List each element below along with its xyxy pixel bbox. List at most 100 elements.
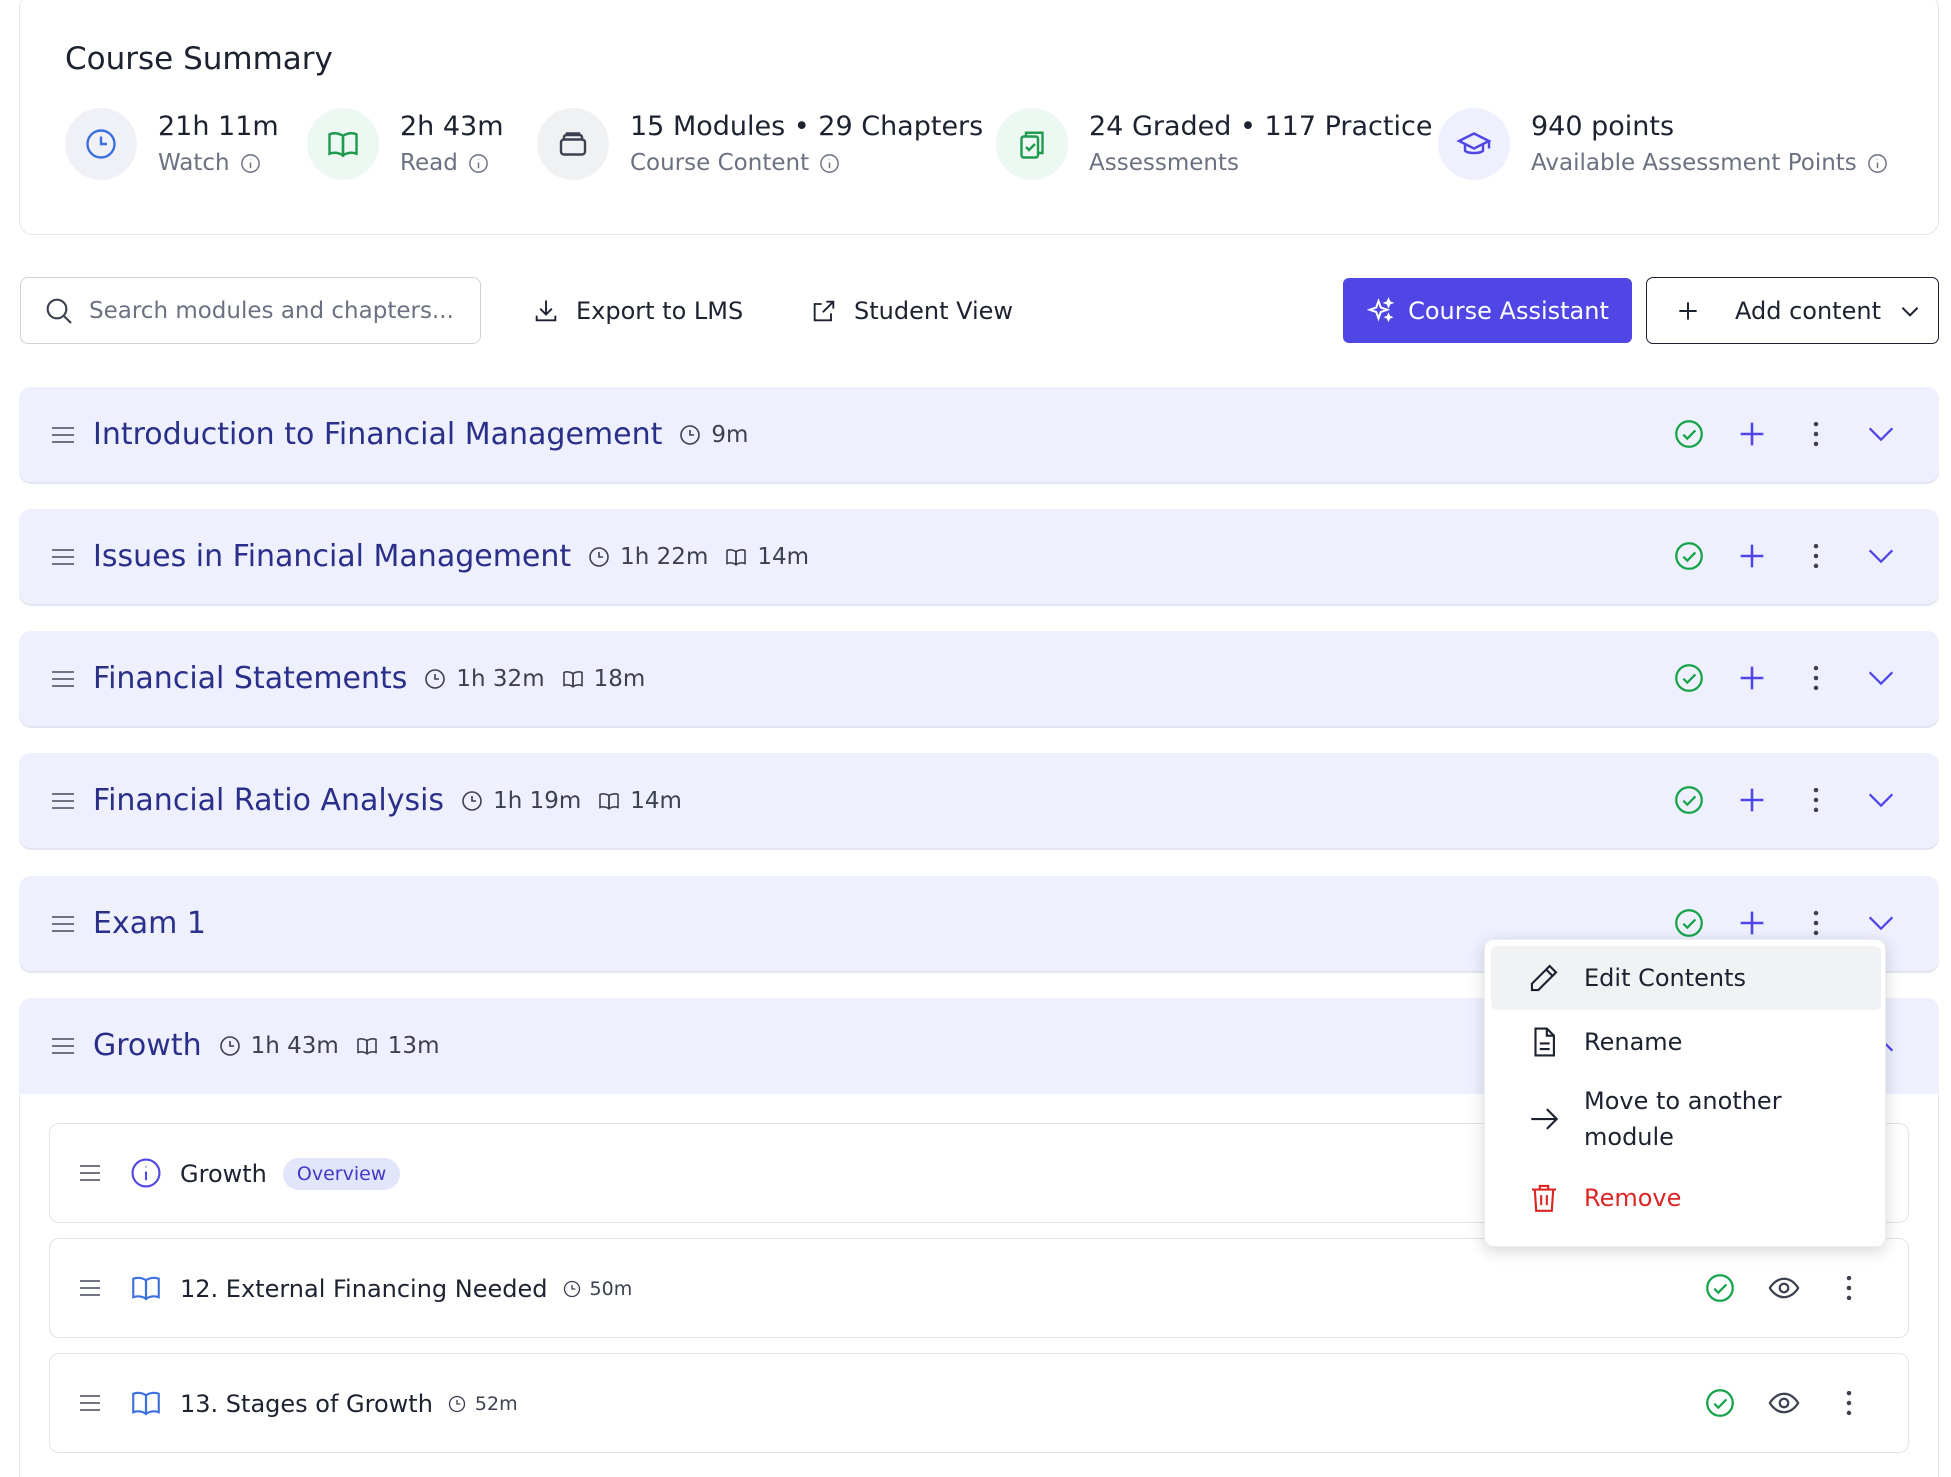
drag-handle-icon[interactable]	[51, 669, 75, 689]
menu-item-move[interactable]: Move to another module	[1491, 1076, 1881, 1162]
info-icon[interactable]	[467, 152, 490, 175]
more-options-icon[interactable]	[1796, 903, 1836, 943]
clock-icon	[65, 108, 137, 180]
chapter-duration: 50m	[562, 1278, 632, 1300]
module-row[interactable]: Issues in Financial Management 1h 22m 14…	[19, 509, 1939, 604]
menu-item-label: Move to another module	[1584, 1087, 1782, 1151]
chevron-down-icon[interactable]	[1861, 658, 1901, 698]
drag-handle-icon[interactable]	[51, 547, 75, 567]
stat-course-content: 15 Modules • 29 Chapters Course Content	[537, 104, 983, 184]
book-icon	[132, 1391, 160, 1416]
stat-value: 2h 43m	[400, 111, 504, 142]
stat-value: 15 Modules • 29 Chapters	[630, 111, 984, 142]
module-row[interactable]: Financial Statements 1h 32m 18m	[19, 631, 1939, 726]
menu-item-edit-contents[interactable]: Edit Contents	[1491, 946, 1881, 1010]
add-chapter-button[interactable]	[1732, 414, 1772, 454]
chapter-duration-text: 52m	[474, 1393, 518, 1415]
module-row[interactable]: Financial Ratio Analysis 1h 19m 14m	[19, 753, 1939, 848]
read-duration: 13m	[355, 1033, 439, 1059]
info-icon[interactable]	[818, 152, 841, 175]
module-title[interactable]: Issues in Financial Management	[93, 539, 571, 574]
clock-icon	[589, 546, 609, 567]
watch-duration-text: 1h 43m	[250, 1032, 339, 1059]
drag-handle-icon[interactable]	[51, 791, 75, 811]
more-options-icon[interactable]	[1796, 780, 1836, 820]
drag-handle-icon[interactable]	[51, 425, 75, 445]
more-options-icon[interactable]	[1796, 536, 1836, 576]
course-assistant-button[interactable]: Course Assistant	[1343, 278, 1632, 343]
more-options-icon[interactable]	[1829, 1268, 1869, 1308]
add-content-button[interactable]: Add content	[1646, 277, 1939, 344]
chapter-row[interactable]: 12. External Financing Needed 50m	[49, 1238, 1909, 1338]
chevron-down-icon[interactable]	[1861, 414, 1901, 454]
layers-icon	[537, 108, 609, 180]
more-options-icon[interactable]	[1796, 414, 1836, 454]
module-title[interactable]: Exam 1	[93, 906, 206, 941]
clock-icon	[448, 1395, 466, 1413]
info-icon[interactable]	[1866, 152, 1889, 175]
published-check-icon[interactable]	[1669, 780, 1709, 820]
menu-item-label: Remove	[1584, 1184, 1682, 1212]
more-options-icon[interactable]	[1796, 658, 1836, 698]
drag-handle-icon[interactable]	[51, 914, 75, 934]
chevron-down-icon[interactable]	[1861, 780, 1901, 820]
menu-item-label: Rename	[1584, 1028, 1683, 1056]
export-to-lms-button[interactable]: Export to LMS	[532, 277, 743, 344]
search-input[interactable]	[89, 297, 469, 324]
published-check-icon[interactable]	[1669, 536, 1709, 576]
chapter-title[interactable]: 13. Stages of Growth	[180, 1390, 433, 1418]
eye-icon[interactable]	[1764, 1383, 1804, 1423]
more-options-icon[interactable]	[1829, 1383, 1869, 1423]
book-icon	[356, 1037, 377, 1055]
student-view-button[interactable]: Student View	[810, 277, 1013, 344]
add-chapter-button[interactable]	[1732, 536, 1772, 576]
drag-handle-icon[interactable]	[79, 1164, 101, 1182]
menu-item-rename[interactable]: Rename	[1491, 1012, 1881, 1072]
stat-label: Read	[400, 150, 458, 176]
module-title[interactable]: Growth	[93, 1028, 202, 1063]
module-title[interactable]: Financial Ratio Analysis	[93, 783, 444, 818]
stat-value: 940 points	[1531, 111, 1675, 142]
course-assistant-label: Course Assistant	[1408, 296, 1609, 325]
chevron-down-icon[interactable]	[1861, 536, 1901, 576]
chapter-title[interactable]: Growth	[180, 1160, 267, 1188]
module-title[interactable]: Introduction to Financial Management	[93, 417, 662, 452]
export-label: Export to LMS	[576, 296, 744, 325]
add-chapter-button[interactable]	[1732, 903, 1772, 943]
stat-value: 24 Graded • 117 Practice	[1089, 111, 1433, 142]
chapter-row[interactable]: 13. Stages of Growth 52m	[49, 1353, 1909, 1453]
drag-handle-icon[interactable]	[51, 1036, 75, 1056]
summary-title: Course Summary	[65, 41, 333, 77]
published-check-icon[interactable]	[1700, 1268, 1740, 1308]
chapter-title[interactable]: 12. External Financing Needed	[180, 1275, 548, 1303]
read-duration-text: 14m	[630, 787, 682, 814]
published-check-icon[interactable]	[1700, 1383, 1740, 1423]
clock-icon	[219, 1035, 240, 1056]
add-chapter-button[interactable]	[1732, 658, 1772, 698]
drag-handle-icon[interactable]	[79, 1279, 101, 1297]
menu-item-remove[interactable]: Remove	[1491, 1168, 1881, 1228]
published-check-icon[interactable]	[1669, 414, 1709, 454]
module-title[interactable]: Financial Statements	[93, 661, 407, 696]
published-check-icon[interactable]	[1669, 903, 1709, 943]
plus-icon	[1679, 301, 1697, 320]
watch-duration: 1h 43m	[218, 1033, 339, 1059]
info-icon[interactable]	[239, 152, 262, 175]
module-row[interactable]: Introduction to Financial Management 9m	[19, 387, 1939, 482]
info-circle-icon	[131, 1158, 161, 1188]
search-icon	[46, 298, 72, 324]
overview-badge: Overview	[282, 1158, 401, 1190]
eye-icon[interactable]	[1764, 1268, 1804, 1308]
read-duration-text: 18m	[593, 665, 646, 692]
file-icon	[1534, 1027, 1555, 1057]
chevron-down-icon[interactable]	[1861, 903, 1901, 943]
add-chapter-button[interactable]	[1732, 780, 1772, 820]
clock-icon	[563, 1280, 580, 1298]
watch-duration: 1h 32m	[423, 666, 545, 692]
published-check-icon[interactable]	[1669, 658, 1709, 698]
read-duration: 14m	[724, 544, 809, 570]
search-box[interactable]	[20, 277, 481, 344]
drag-handle-icon[interactable]	[79, 1394, 101, 1412]
read-duration-text: 14m	[757, 543, 810, 570]
stat-label: Watch	[158, 150, 230, 176]
